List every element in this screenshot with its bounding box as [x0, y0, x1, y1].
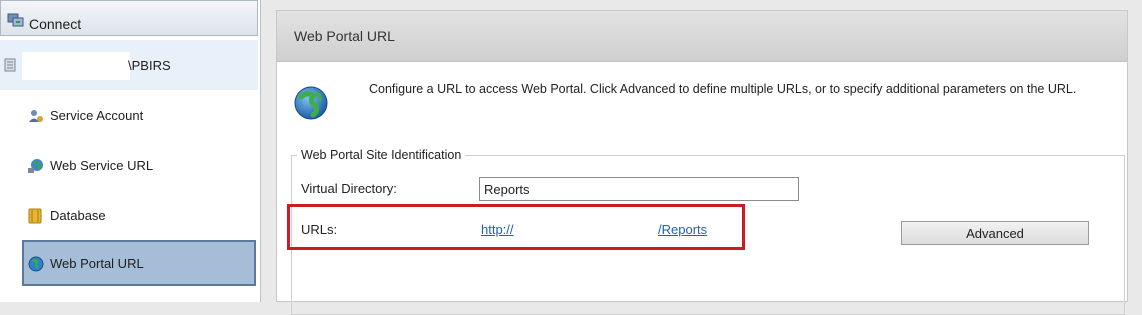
virtual-directory-input[interactable] [479, 177, 799, 201]
connect-header[interactable]: Connect [0, 0, 258, 36]
server-node[interactable]: \PBIRS [0, 40, 258, 90]
sidebar-item-label: Web Portal URL [50, 256, 144, 271]
redacted-server-name [22, 52, 130, 80]
description-text: Configure a URL to access Web Portal. Cl… [369, 82, 1077, 96]
globe-icon [28, 256, 44, 277]
sidebar-item-label: Web Service URL [50, 158, 154, 173]
server-name: \PBIRS [128, 58, 171, 73]
urls-highlight-box [287, 204, 745, 250]
main-panel: Web Portal URL Configure a URL to access… [276, 10, 1128, 315]
connect-label: Connect [29, 16, 82, 32]
page-header: Web Portal URL [277, 11, 1127, 62]
web-service-url-icon [28, 158, 44, 179]
nav-tree: Service Account Web Service URL Database… [0, 90, 258, 302]
database-icon [28, 208, 42, 229]
sidebar-item-label: Service Account [50, 108, 144, 123]
sidebar-item-web-portal-url[interactable]: Web Portal URL [22, 240, 256, 286]
connect-icon [7, 12, 25, 33]
sidebar-item-label: Database [50, 208, 106, 223]
globe-icon [293, 85, 329, 126]
sidebar: Connect \PBIRS Service Account Web Servi… [0, 0, 261, 302]
advanced-button[interactable]: Advanced [901, 221, 1089, 245]
group-legend: Web Portal Site Identification [297, 148, 466, 162]
virtual-directory-label: Virtual Directory: [301, 181, 397, 196]
page-title: Web Portal URL [294, 28, 395, 44]
sidebar-item-service-account[interactable]: Service Account [22, 92, 256, 138]
server-icon [4, 58, 16, 77]
sidebar-item-web-service-url[interactable]: Web Service URL [22, 142, 256, 188]
sidebar-item-database[interactable]: Database [22, 192, 256, 238]
service-account-icon [28, 108, 44, 129]
